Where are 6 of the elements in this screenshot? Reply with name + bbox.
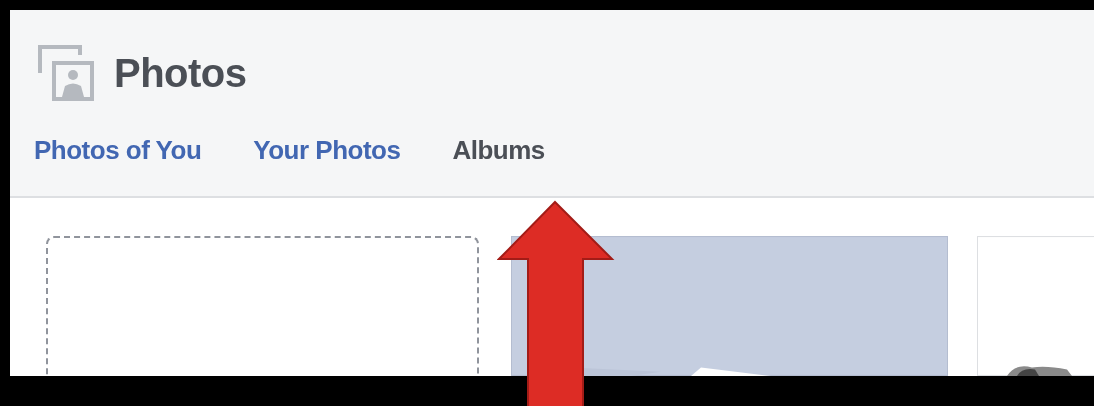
tab[interactable]: Albums — [452, 135, 545, 166]
page-title: Photos — [114, 50, 247, 96]
create-album-card[interactable] — [46, 236, 479, 376]
tab[interactable]: Your Photos — [253, 135, 401, 166]
tab[interactable]: Photos of You — [34, 135, 202, 166]
photos-icon — [38, 45, 94, 101]
